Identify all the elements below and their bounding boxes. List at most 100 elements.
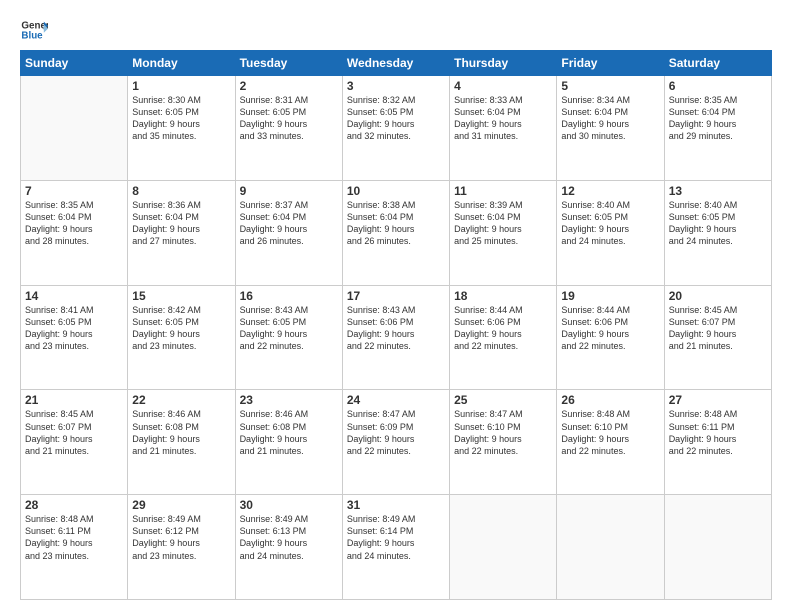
- day-number: 22: [132, 393, 230, 407]
- calendar-cell: 4Sunrise: 8:33 AM Sunset: 6:04 PM Daylig…: [450, 76, 557, 181]
- day-number: 24: [347, 393, 445, 407]
- calendar-cell: 13Sunrise: 8:40 AM Sunset: 6:05 PM Dayli…: [664, 180, 771, 285]
- calendar-cell: 14Sunrise: 8:41 AM Sunset: 6:05 PM Dayli…: [21, 285, 128, 390]
- cell-info: Sunrise: 8:47 AM Sunset: 6:10 PM Dayligh…: [454, 408, 552, 457]
- calendar-cell: 29Sunrise: 8:49 AM Sunset: 6:12 PM Dayli…: [128, 495, 235, 600]
- calendar-table: SundayMondayTuesdayWednesdayThursdayFrid…: [20, 50, 772, 600]
- day-number: 2: [240, 79, 338, 93]
- col-header-wednesday: Wednesday: [342, 51, 449, 76]
- week-row-1: 7Sunrise: 8:35 AM Sunset: 6:04 PM Daylig…: [21, 180, 772, 285]
- calendar-cell: 2Sunrise: 8:31 AM Sunset: 6:05 PM Daylig…: [235, 76, 342, 181]
- calendar-cell: [557, 495, 664, 600]
- cell-info: Sunrise: 8:48 AM Sunset: 6:10 PM Dayligh…: [561, 408, 659, 457]
- calendar-cell: 24Sunrise: 8:47 AM Sunset: 6:09 PM Dayli…: [342, 390, 449, 495]
- cell-info: Sunrise: 8:45 AM Sunset: 6:07 PM Dayligh…: [25, 408, 123, 457]
- cell-info: Sunrise: 8:38 AM Sunset: 6:04 PM Dayligh…: [347, 199, 445, 248]
- header: General Blue: [20, 16, 772, 44]
- col-header-saturday: Saturday: [664, 51, 771, 76]
- cell-info: Sunrise: 8:39 AM Sunset: 6:04 PM Dayligh…: [454, 199, 552, 248]
- cell-info: Sunrise: 8:46 AM Sunset: 6:08 PM Dayligh…: [240, 408, 338, 457]
- calendar-cell: 31Sunrise: 8:49 AM Sunset: 6:14 PM Dayli…: [342, 495, 449, 600]
- day-number: 11: [454, 184, 552, 198]
- calendar-cell: [21, 76, 128, 181]
- day-number: 4: [454, 79, 552, 93]
- calendar-cell: 28Sunrise: 8:48 AM Sunset: 6:11 PM Dayli…: [21, 495, 128, 600]
- calendar-cell: [450, 495, 557, 600]
- cell-info: Sunrise: 8:30 AM Sunset: 6:05 PM Dayligh…: [132, 94, 230, 143]
- col-header-tuesday: Tuesday: [235, 51, 342, 76]
- cell-info: Sunrise: 8:49 AM Sunset: 6:13 PM Dayligh…: [240, 513, 338, 562]
- calendar-body: 1Sunrise: 8:30 AM Sunset: 6:05 PM Daylig…: [21, 76, 772, 600]
- cell-info: Sunrise: 8:31 AM Sunset: 6:05 PM Dayligh…: [240, 94, 338, 143]
- cell-info: Sunrise: 8:37 AM Sunset: 6:04 PM Dayligh…: [240, 199, 338, 248]
- calendar-cell: 9Sunrise: 8:37 AM Sunset: 6:04 PM Daylig…: [235, 180, 342, 285]
- calendar-cell: 17Sunrise: 8:43 AM Sunset: 6:06 PM Dayli…: [342, 285, 449, 390]
- calendar-cell: 19Sunrise: 8:44 AM Sunset: 6:06 PM Dayli…: [557, 285, 664, 390]
- page: General Blue SundayMondayTuesdayWednesda…: [0, 0, 792, 612]
- calendar-cell: 16Sunrise: 8:43 AM Sunset: 6:05 PM Dayli…: [235, 285, 342, 390]
- calendar-cell: 23Sunrise: 8:46 AM Sunset: 6:08 PM Dayli…: [235, 390, 342, 495]
- day-number: 31: [347, 498, 445, 512]
- calendar-cell: 26Sunrise: 8:48 AM Sunset: 6:10 PM Dayli…: [557, 390, 664, 495]
- calendar-cell: [664, 495, 771, 600]
- day-number: 13: [669, 184, 767, 198]
- cell-info: Sunrise: 8:49 AM Sunset: 6:14 PM Dayligh…: [347, 513, 445, 562]
- cell-info: Sunrise: 8:43 AM Sunset: 6:06 PM Dayligh…: [347, 304, 445, 353]
- cell-info: Sunrise: 8:33 AM Sunset: 6:04 PM Dayligh…: [454, 94, 552, 143]
- calendar-cell: 18Sunrise: 8:44 AM Sunset: 6:06 PM Dayli…: [450, 285, 557, 390]
- day-number: 10: [347, 184, 445, 198]
- day-number: 12: [561, 184, 659, 198]
- cell-info: Sunrise: 8:46 AM Sunset: 6:08 PM Dayligh…: [132, 408, 230, 457]
- day-number: 19: [561, 289, 659, 303]
- day-number: 16: [240, 289, 338, 303]
- calendar-cell: 15Sunrise: 8:42 AM Sunset: 6:05 PM Dayli…: [128, 285, 235, 390]
- cell-info: Sunrise: 8:45 AM Sunset: 6:07 PM Dayligh…: [669, 304, 767, 353]
- cell-info: Sunrise: 8:48 AM Sunset: 6:11 PM Dayligh…: [25, 513, 123, 562]
- calendar-cell: 5Sunrise: 8:34 AM Sunset: 6:04 PM Daylig…: [557, 76, 664, 181]
- week-row-3: 21Sunrise: 8:45 AM Sunset: 6:07 PM Dayli…: [21, 390, 772, 495]
- cell-info: Sunrise: 8:40 AM Sunset: 6:05 PM Dayligh…: [561, 199, 659, 248]
- col-header-sunday: Sunday: [21, 51, 128, 76]
- week-row-0: 1Sunrise: 8:30 AM Sunset: 6:05 PM Daylig…: [21, 76, 772, 181]
- day-number: 3: [347, 79, 445, 93]
- cell-info: Sunrise: 8:35 AM Sunset: 6:04 PM Dayligh…: [669, 94, 767, 143]
- calendar-cell: 21Sunrise: 8:45 AM Sunset: 6:07 PM Dayli…: [21, 390, 128, 495]
- calendar-cell: 12Sunrise: 8:40 AM Sunset: 6:05 PM Dayli…: [557, 180, 664, 285]
- cell-info: Sunrise: 8:42 AM Sunset: 6:05 PM Dayligh…: [132, 304, 230, 353]
- calendar-cell: 25Sunrise: 8:47 AM Sunset: 6:10 PM Dayli…: [450, 390, 557, 495]
- calendar-cell: 7Sunrise: 8:35 AM Sunset: 6:04 PM Daylig…: [21, 180, 128, 285]
- calendar-cell: 20Sunrise: 8:45 AM Sunset: 6:07 PM Dayli…: [664, 285, 771, 390]
- day-number: 5: [561, 79, 659, 93]
- day-number: 29: [132, 498, 230, 512]
- day-number: 7: [25, 184, 123, 198]
- day-number: 17: [347, 289, 445, 303]
- calendar-cell: 6Sunrise: 8:35 AM Sunset: 6:04 PM Daylig…: [664, 76, 771, 181]
- day-number: 30: [240, 498, 338, 512]
- cell-info: Sunrise: 8:34 AM Sunset: 6:04 PM Dayligh…: [561, 94, 659, 143]
- day-number: 8: [132, 184, 230, 198]
- week-row-4: 28Sunrise: 8:48 AM Sunset: 6:11 PM Dayli…: [21, 495, 772, 600]
- day-number: 28: [25, 498, 123, 512]
- logo-icon: General Blue: [20, 16, 48, 44]
- day-number: 18: [454, 289, 552, 303]
- week-row-2: 14Sunrise: 8:41 AM Sunset: 6:05 PM Dayli…: [21, 285, 772, 390]
- day-number: 21: [25, 393, 123, 407]
- calendar-header-row: SundayMondayTuesdayWednesdayThursdayFrid…: [21, 51, 772, 76]
- cell-info: Sunrise: 8:43 AM Sunset: 6:05 PM Dayligh…: [240, 304, 338, 353]
- cell-info: Sunrise: 8:36 AM Sunset: 6:04 PM Dayligh…: [132, 199, 230, 248]
- day-number: 9: [240, 184, 338, 198]
- cell-info: Sunrise: 8:35 AM Sunset: 6:04 PM Dayligh…: [25, 199, 123, 248]
- calendar-cell: 3Sunrise: 8:32 AM Sunset: 6:05 PM Daylig…: [342, 76, 449, 181]
- calendar-cell: 11Sunrise: 8:39 AM Sunset: 6:04 PM Dayli…: [450, 180, 557, 285]
- svg-text:Blue: Blue: [21, 30, 43, 41]
- cell-info: Sunrise: 8:49 AM Sunset: 6:12 PM Dayligh…: [132, 513, 230, 562]
- calendar-cell: 30Sunrise: 8:49 AM Sunset: 6:13 PM Dayli…: [235, 495, 342, 600]
- cell-info: Sunrise: 8:32 AM Sunset: 6:05 PM Dayligh…: [347, 94, 445, 143]
- logo: General Blue: [20, 16, 48, 44]
- day-number: 14: [25, 289, 123, 303]
- calendar-cell: 10Sunrise: 8:38 AM Sunset: 6:04 PM Dayli…: [342, 180, 449, 285]
- day-number: 6: [669, 79, 767, 93]
- day-number: 15: [132, 289, 230, 303]
- day-number: 1: [132, 79, 230, 93]
- col-header-friday: Friday: [557, 51, 664, 76]
